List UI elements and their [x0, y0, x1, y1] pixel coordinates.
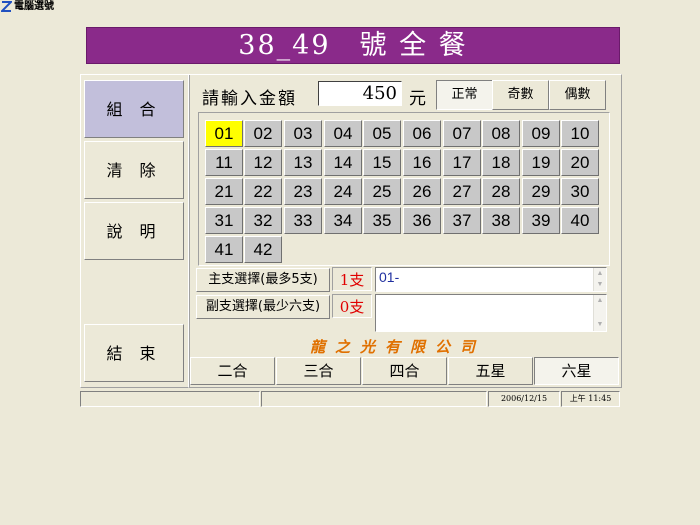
- help-button[interactable]: 說 明: [84, 202, 184, 260]
- sub-select-label: 副支選擇(最少六支): [196, 295, 330, 319]
- scroll-down-icon[interactable]: ▼: [595, 280, 605, 290]
- number-button-03[interactable]: 03: [284, 120, 322, 147]
- number-button-36[interactable]: 36: [403, 207, 441, 234]
- number-button-42[interactable]: 42: [244, 236, 282, 263]
- number-button-09[interactable]: 09: [522, 120, 560, 147]
- clear-button[interactable]: 清 除: [84, 141, 184, 199]
- tab-5[interactable]: 五星: [448, 357, 533, 385]
- number-button-34[interactable]: 34: [324, 207, 362, 234]
- company-name: 龍之光有限公司: [310, 338, 486, 356]
- number-button-39[interactable]: 39: [522, 207, 560, 234]
- status-bar: 2006/12/15 上午 11:45: [80, 391, 620, 407]
- number-button-28[interactable]: 28: [482, 178, 520, 205]
- sub-select-count: 0支: [332, 294, 372, 318]
- amount-input[interactable]: [318, 81, 402, 106]
- amount-label: 請輸入金額: [202, 89, 297, 109]
- number-button-37[interactable]: 37: [443, 207, 481, 234]
- number-button-30[interactable]: 30: [561, 178, 599, 205]
- scroll-up-icon[interactable]: ▲: [595, 269, 605, 279]
- mode-odd-button[interactable]: 奇數: [492, 80, 549, 110]
- main-select-count: 1支: [332, 267, 372, 291]
- number-button-07[interactable]: 07: [443, 120, 481, 147]
- number-button-15[interactable]: 15: [363, 149, 401, 176]
- tab-6[interactable]: 六星: [534, 357, 619, 385]
- number-button-38[interactable]: 38: [482, 207, 520, 234]
- number-button-35[interactable]: 35: [363, 207, 401, 234]
- status-time: 上午 11:45: [561, 391, 620, 407]
- main-select-box[interactable]: 01- ▲ ▼: [375, 267, 607, 292]
- title-bar: 電腦選號: [0, 0, 700, 14]
- number-button-23[interactable]: 23: [284, 178, 322, 205]
- number-button-06[interactable]: 06: [403, 120, 441, 147]
- combo-button[interactable]: 組 合: [84, 80, 184, 138]
- tab-2[interactable]: 二合: [190, 357, 275, 385]
- number-button-02[interactable]: 02: [244, 120, 282, 147]
- bet-type-tabs: 二合 三合 四合 五星 六星: [190, 357, 620, 385]
- main-select-label: 主支選擇(最多5支): [196, 268, 330, 292]
- number-button-17[interactable]: 17: [443, 149, 481, 176]
- number-button-10[interactable]: 10: [561, 120, 599, 147]
- number-button-32[interactable]: 32: [244, 207, 282, 234]
- scroll-down-icon[interactable]: ▼: [595, 320, 605, 330]
- scroll-up-icon[interactable]: ▲: [595, 296, 605, 306]
- number-button-24[interactable]: 24: [324, 178, 362, 205]
- mode-normal-button[interactable]: 正常: [436, 80, 493, 110]
- app-icon: [1, 1, 12, 12]
- number-button-33[interactable]: 33: [284, 207, 322, 234]
- number-button-12[interactable]: 12: [244, 149, 282, 176]
- number-button-29[interactable]: 29: [522, 178, 560, 205]
- number-button-11[interactable]: 11: [205, 149, 243, 176]
- number-button-05[interactable]: 05: [363, 120, 401, 147]
- number-button-16[interactable]: 16: [403, 149, 441, 176]
- main-select-value: 01-: [379, 269, 400, 285]
- tab-3[interactable]: 三合: [276, 357, 361, 385]
- number-button-08[interactable]: 08: [482, 120, 520, 147]
- window-title: 電腦選號: [14, 1, 54, 12]
- number-button-40[interactable]: 40: [561, 207, 599, 234]
- banner-title: 38_49 號 全 餐: [86, 27, 620, 64]
- main-select-scrollbar[interactable]: ▲ ▼: [593, 268, 606, 291]
- number-button-19[interactable]: 19: [522, 149, 560, 176]
- number-button-26[interactable]: 26: [403, 178, 441, 205]
- number-button-04[interactable]: 04: [324, 120, 362, 147]
- end-button[interactable]: 結 束: [84, 324, 184, 382]
- tab-4[interactable]: 四合: [362, 357, 447, 385]
- number-button-13[interactable]: 13: [284, 149, 322, 176]
- number-button-01[interactable]: 01: [205, 120, 243, 147]
- number-button-31[interactable]: 31: [205, 207, 243, 234]
- sub-select-box[interactable]: ▲ ▼: [375, 294, 607, 332]
- amount-unit: 元: [409, 89, 426, 109]
- number-button-18[interactable]: 18: [482, 149, 520, 176]
- number-button-27[interactable]: 27: [443, 178, 481, 205]
- number-grid: 01 02 03 04 05 06 07 08 09 10 11 12 13 14 15 16 17 18 19 20…: [198, 112, 610, 266]
- number-button-41[interactable]: 41: [205, 236, 243, 263]
- left-panel: 組 合 清 除 說 明 結 束: [80, 74, 190, 388]
- number-button-22[interactable]: 22: [244, 178, 282, 205]
- number-button-14[interactable]: 14: [324, 149, 362, 176]
- number-button-21[interactable]: 21: [205, 178, 243, 205]
- mode-even-button[interactable]: 偶數: [549, 80, 606, 110]
- number-button-25[interactable]: 25: [363, 178, 401, 205]
- sub-select-scrollbar[interactable]: ▲ ▼: [593, 295, 606, 331]
- status-cell-2: [261, 391, 487, 407]
- status-date: 2006/12/15: [488, 391, 560, 407]
- status-cell-1: [80, 391, 260, 407]
- number-button-20[interactable]: 20: [561, 149, 599, 176]
